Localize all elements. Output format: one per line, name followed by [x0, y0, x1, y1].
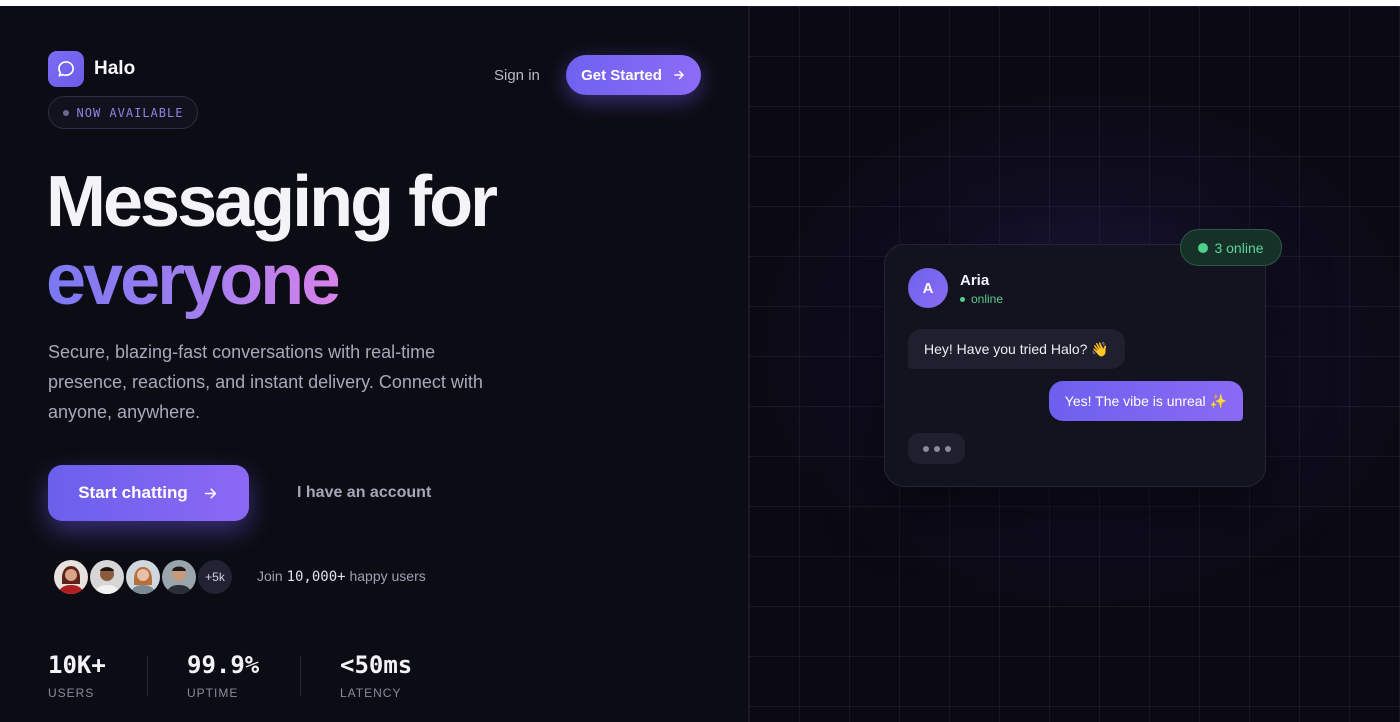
online-dot: [1198, 242, 1209, 253]
hero-title-highlight: everyone: [46, 240, 341, 320]
join-suffix: happy users: [349, 568, 426, 584]
typing-dot: [933, 445, 940, 452]
stat-divider: [300, 656, 301, 696]
user-avatar-3: [124, 558, 162, 596]
badge-dot: [62, 109, 69, 116]
online-count-badge: 3 online: [1180, 229, 1282, 266]
stat-label: LATENCY: [340, 686, 402, 700]
stat-value: 10K+: [48, 651, 106, 679]
join-count: 10,000+: [286, 569, 346, 585]
typing-indicator: [908, 433, 965, 464]
user-avatar-2: [88, 558, 126, 596]
brand-name: Halo: [94, 58, 136, 79]
stat-divider: [147, 656, 148, 696]
user-avatar-4: [160, 558, 198, 596]
have-account-link[interactable]: I have an account: [297, 484, 431, 502]
incoming-message: Hey! Have you tried Halo? 👋: [908, 329, 1125, 369]
typing-dot: [922, 445, 929, 452]
stat-label: USERS: [48, 686, 95, 700]
contact-status-label: online: [971, 292, 1004, 306]
stat-value: <50ms: [340, 651, 413, 679]
user-avatars: +5k: [52, 558, 242, 596]
user-avatar-1: [52, 558, 90, 596]
stat-value: 99.9%: [187, 651, 260, 679]
chat-preview-card: A Aria online Hey! Have you tried Halo? …: [884, 244, 1266, 487]
outgoing-message: Yes! The vibe is unreal ✨: [1048, 381, 1243, 421]
hero-subtext: Secure, blazing-fast conversations with …: [48, 342, 483, 422]
stat-uptime: 99.9% UPTIME: [187, 650, 259, 700]
start-chatting-button[interactable]: Start chatting: [48, 465, 249, 521]
availability-badge: NOW AVAILABLE: [48, 96, 198, 129]
chat-bubble-icon: [48, 51, 84, 87]
more-users-count: +5k: [196, 558, 234, 596]
hero-title: Messaging for: [46, 162, 498, 242]
badge-label: NOW AVAILABLE: [76, 105, 184, 120]
stat-label: UPTIME: [187, 686, 239, 700]
arrow-right-icon: [204, 487, 217, 499]
stat-latency: <50ms LATENCY: [340, 650, 412, 700]
get-started-button[interactable]: Get Started: [566, 55, 701, 95]
chat-preview-panel: A Aria online Hey! Have you tried Halo? …: [749, 6, 1400, 722]
status-dot: [960, 296, 965, 302]
contact-avatar: A: [908, 268, 948, 308]
online-count-label: 3 online: [1214, 239, 1264, 256]
join-prefix: Join: [257, 568, 283, 584]
get-started-label: Get Started: [581, 66, 662, 84]
brand-logo[interactable]: Halo: [48, 51, 135, 87]
stat-users: 10K+ USERS: [48, 650, 106, 700]
join-text: Join 10,000+ happy users: [257, 568, 426, 585]
contact-status: online: [960, 292, 1003, 306]
typing-dot: [944, 445, 951, 452]
arrow-right-icon: [674, 70, 684, 80]
contact-name: Aria: [960, 272, 990, 289]
sign-in-link[interactable]: Sign in: [494, 67, 540, 84]
start-chatting-label: Start chatting: [78, 483, 188, 502]
